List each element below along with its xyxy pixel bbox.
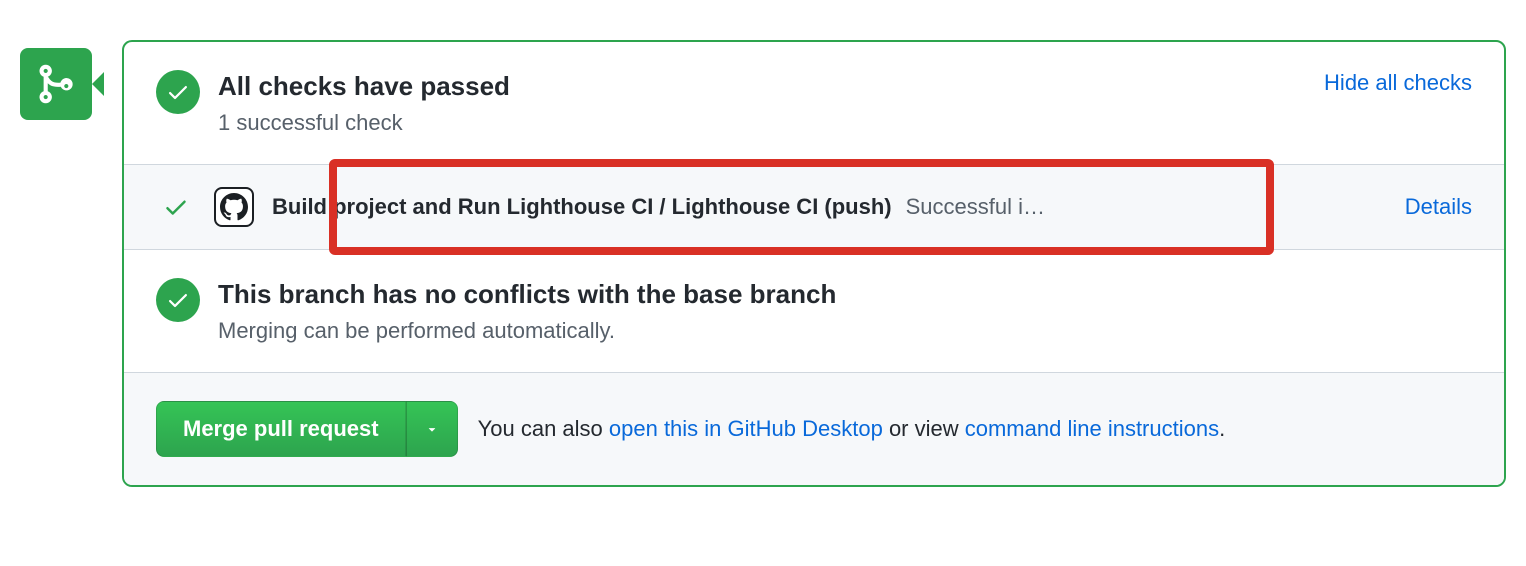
check-details-link[interactable]: Details <box>1405 194 1472 220</box>
merge-text-suffix: . <box>1219 416 1225 441</box>
merge-button-group: Merge pull request <box>156 401 458 457</box>
pr-merge-box: All checks have passed 1 successful chec… <box>20 40 1506 487</box>
status-panel: All checks have passed 1 successful chec… <box>122 40 1506 487</box>
timeline-badge <box>20 48 92 120</box>
merge-section: Merge pull request You can also open thi… <box>124 372 1504 485</box>
merge-text-middle: or view <box>883 416 965 441</box>
checks-summary-section: All checks have passed 1 successful chec… <box>124 42 1504 164</box>
check-icon <box>166 288 190 312</box>
git-merge-icon <box>34 62 78 106</box>
merge-help-text: You can also open this in GitHub Desktop… <box>478 416 1226 442</box>
command-line-instructions-link[interactable]: command line instructions <box>965 416 1219 441</box>
merge-pull-request-button[interactable]: Merge pull request <box>156 401 406 457</box>
conflicts-section: This branch has no conflicts with the ba… <box>124 250 1504 372</box>
check-status-icon <box>156 194 196 220</box>
check-name: Build project and Run Lighthouse CI / Li… <box>272 194 892 220</box>
checks-title: All checks have passed <box>218 70 510 104</box>
toggle-checks-link[interactable]: Hide all checks <box>1324 70 1472 96</box>
success-badge <box>156 278 200 322</box>
success-badge <box>156 70 200 114</box>
check-status-text: Successful i… <box>906 194 1045 220</box>
check-icon <box>163 194 189 220</box>
conflicts-title: This branch has no conflicts with the ba… <box>218 278 836 312</box>
caret-down-icon <box>425 422 439 436</box>
merge-text-prefix: You can also <box>478 416 609 441</box>
checks-subtitle: 1 successful check <box>218 110 510 136</box>
open-github-desktop-link[interactable]: open this in GitHub Desktop <box>609 416 883 441</box>
conflicts-subtitle: Merging can be performed automatically. <box>218 318 836 344</box>
github-logo-icon <box>214 187 254 227</box>
merge-options-dropdown[interactable] <box>406 401 458 457</box>
check-icon <box>166 80 190 104</box>
check-item-row: Build project and Run Lighthouse CI / Li… <box>124 164 1504 250</box>
